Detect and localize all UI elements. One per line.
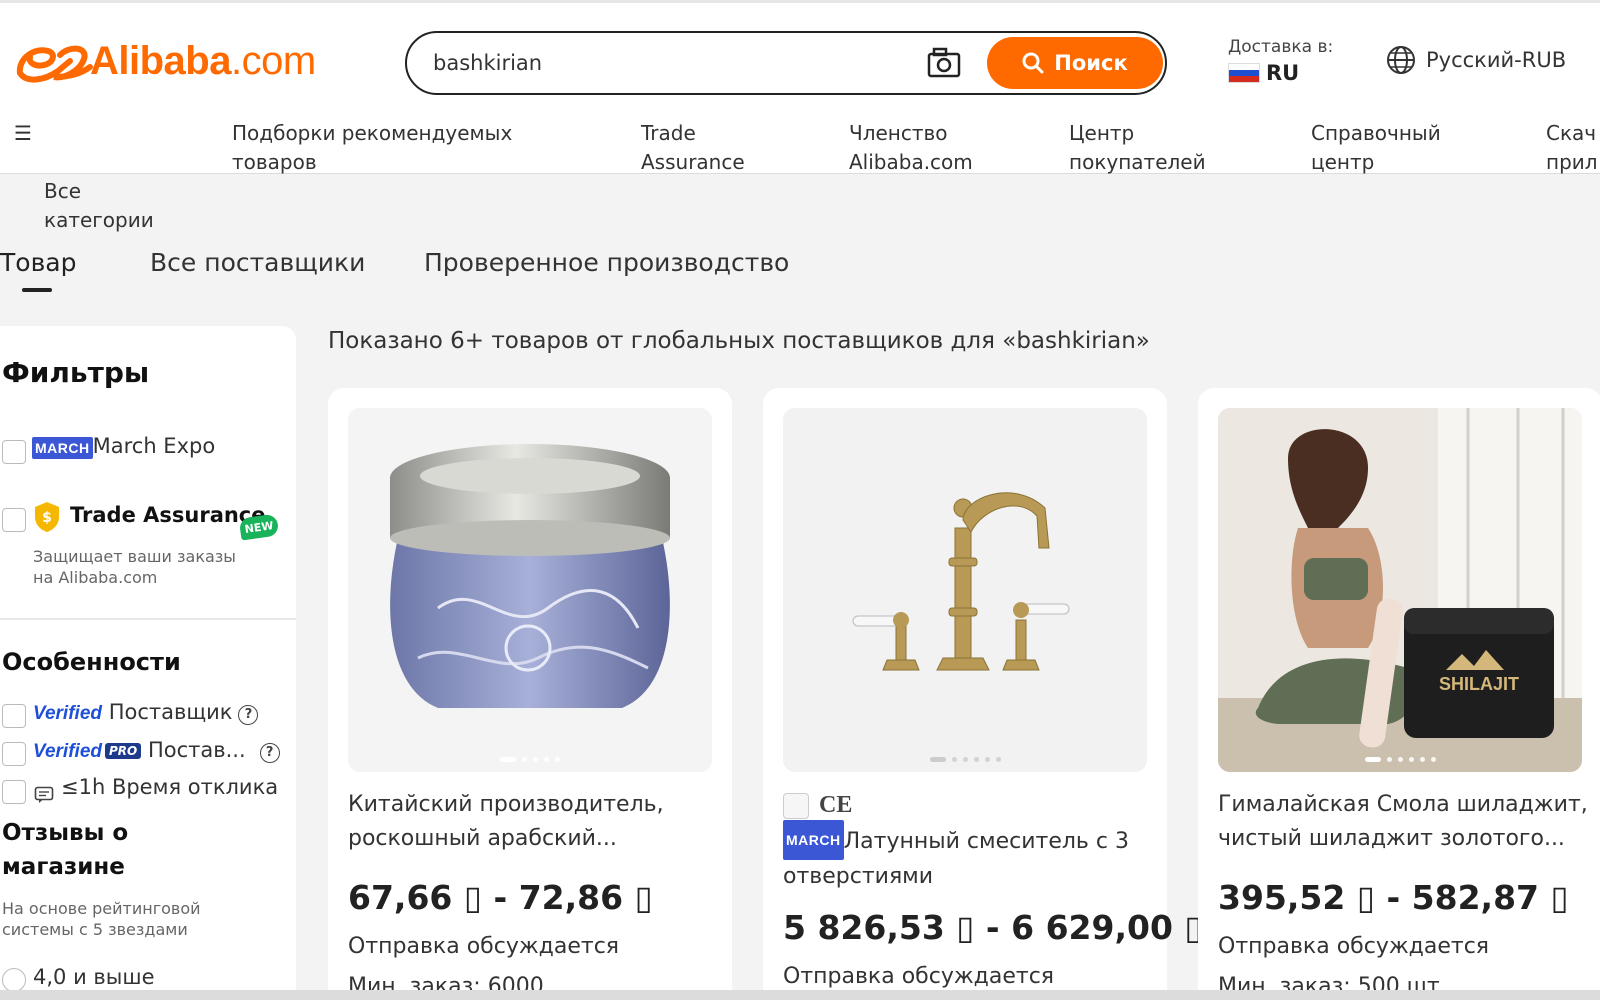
nav-all-categories[interactable]: ☰ Все категории (14, 119, 154, 264)
help-icon[interactable]: ? (259, 742, 280, 763)
rating-option-label[interactable]: 4,0 и выше (33, 965, 155, 989)
filters-divider (0, 618, 296, 620)
image-carousel-dots[interactable] (348, 757, 712, 762)
search-button[interactable]: Поиск (987, 37, 1163, 89)
product-label: SHILAJIT (1439, 674, 1519, 694)
verified-pro-checkbox[interactable] (2, 742, 26, 766)
verified-badge: Verified (33, 741, 102, 762)
march-expo-checkbox[interactable] (2, 440, 26, 464)
march-badge: MARCH (783, 820, 844, 860)
language-currency-label: Русский-RUB (1426, 48, 1567, 72)
svg-text:$: $ (42, 510, 52, 526)
certifications: CE (783, 792, 852, 819)
faucet-image (852, 492, 1070, 671)
new-badge: NEW (238, 513, 280, 541)
top-nav: ☰ Все категории Подборки рекомендуемых т… (0, 119, 1600, 232)
trade-assurance-label[interactable]: Trade Assurance (70, 503, 266, 527)
alibaba-logo-icon (16, 45, 93, 83)
product-price: 5 826,53 ▯ - 6 629,00 ▯ (783, 908, 1203, 947)
nav-featured-selections[interactable]: Подборки рекомендуемых товаров (232, 119, 512, 177)
help-icon[interactable]: ? (238, 704, 259, 725)
product-card[interactable]: Китайский производитель, роскошный арабс… (328, 388, 732, 1000)
menu-icon: ☰ (14, 121, 32, 145)
verified-supplier-checkbox[interactable] (2, 704, 26, 728)
delivery-label: Доставка в: (1228, 37, 1334, 57)
product-card[interactable]: SHILAJIT Гималайская Смола шиладжит, чис… (1198, 388, 1600, 1000)
chat-icon (34, 786, 54, 803)
filters-sidebar: Фильтры MARCH March Expo $ Trade Assuranc… (0, 326, 296, 1000)
russia-flag-icon (1228, 63, 1260, 83)
product-title[interactable]: Гималайская Смола шиладжит, чистый шилад… (1218, 788, 1588, 856)
header: Alibaba.com Поиск Доставка в: RU (0, 0, 1600, 232)
nav-help-center[interactable]: Справочный центр (1311, 119, 1441, 177)
language-currency-selector[interactable]: Русский-RUB (1386, 45, 1566, 75)
glass-jar-image (390, 444, 670, 708)
product-image[interactable]: SHILAJIT (1218, 408, 1582, 772)
trade-assurance-description: Защищает ваши заказы на Alibaba.com (33, 547, 236, 587)
verified-pro-option[interactable]: Verified PRO Постав...? (33, 738, 280, 763)
response-time-label[interactable]: ≤1h Время отклика (61, 775, 278, 799)
certificate-icon (783, 792, 809, 819)
verified-badge: Verified (33, 703, 102, 724)
verified-supplier-option[interactable]: Verified Поставщик? (33, 700, 259, 725)
tab-verified-manufacturing[interactable]: Проверенное производство (424, 248, 789, 277)
shipping-info: Отправка обсуждается (783, 964, 1055, 989)
nav-membership[interactable]: Членство Alibaba.com (849, 119, 973, 177)
trade-assurance-checkbox[interactable] (2, 508, 26, 532)
product-card[interactable]: CE MARCH Латунный смеситель с 3 отверстия… (763, 388, 1203, 1000)
search-icon (1022, 52, 1044, 74)
nav-download-app[interactable]: Скач прил (1546, 119, 1598, 177)
nav-buyer-center[interactable]: Центр покупателей (1069, 119, 1206, 177)
image-carousel-dots[interactable] (1218, 757, 1582, 762)
search-button-label: Поиск (1054, 51, 1128, 75)
logo-text: Alibaba.com (90, 38, 316, 83)
product-price: 67,66 ▯ - 72,86 ▯ (348, 878, 653, 917)
product-image[interactable] (783, 408, 1147, 772)
shipping-info: Отправка обсуждается (348, 934, 620, 959)
rating-radio[interactable] (2, 968, 26, 992)
trade-assurance-shield-icon: $ (35, 502, 59, 532)
march-badge: MARCH (32, 437, 93, 459)
shipping-info: Отправка обсуждается (1218, 934, 1490, 959)
march-expo-option[interactable]: MARCH March Expo (32, 434, 215, 459)
product-image[interactable] (348, 408, 712, 772)
product-price: 395,52 ▯ - 582,87 ▯ (1218, 878, 1569, 917)
ce-mark-icon: CE (819, 792, 853, 818)
response-time-checkbox[interactable] (2, 780, 26, 804)
delivery-selector[interactable]: Доставка в: RU (1228, 37, 1333, 85)
active-tab-indicator (22, 288, 52, 292)
search-input[interactable] (433, 45, 903, 81)
tab-all-suppliers[interactable]: Все поставщики (150, 248, 365, 277)
results-caption: Показано 6+ товаров от глобальных постав… (328, 328, 1150, 354)
product-title[interactable]: Китайский производитель, роскошный арабс… (348, 788, 718, 856)
store-reviews-title: Отзывы о магазине (2, 820, 129, 880)
product-title[interactable]: MARCH Латунный смеситель с 3 отверстиями (783, 820, 1153, 894)
tab-products[interactable]: Товар (0, 248, 77, 277)
camera-icon[interactable] (927, 47, 961, 79)
image-carousel-dots[interactable] (783, 757, 1147, 762)
delivery-country: RU (1266, 61, 1300, 85)
horizontal-scrollbar[interactable] (0, 990, 1600, 1000)
alibaba-logo[interactable]: Alibaba.com (14, 33, 316, 89)
pro-badge: PRO (105, 743, 142, 759)
globe-icon (1387, 46, 1415, 74)
search-bar: Поиск (405, 31, 1167, 95)
features-title: Особенности (2, 648, 181, 676)
nav-trade-assurance[interactable]: Trade Assurance (641, 119, 745, 177)
reviews-description: На основе рейтинговой системы с 5 звезда… (2, 899, 201, 939)
shilajit-product-image: SHILAJIT (1218, 408, 1582, 772)
filters-title: Фильтры (2, 356, 150, 389)
